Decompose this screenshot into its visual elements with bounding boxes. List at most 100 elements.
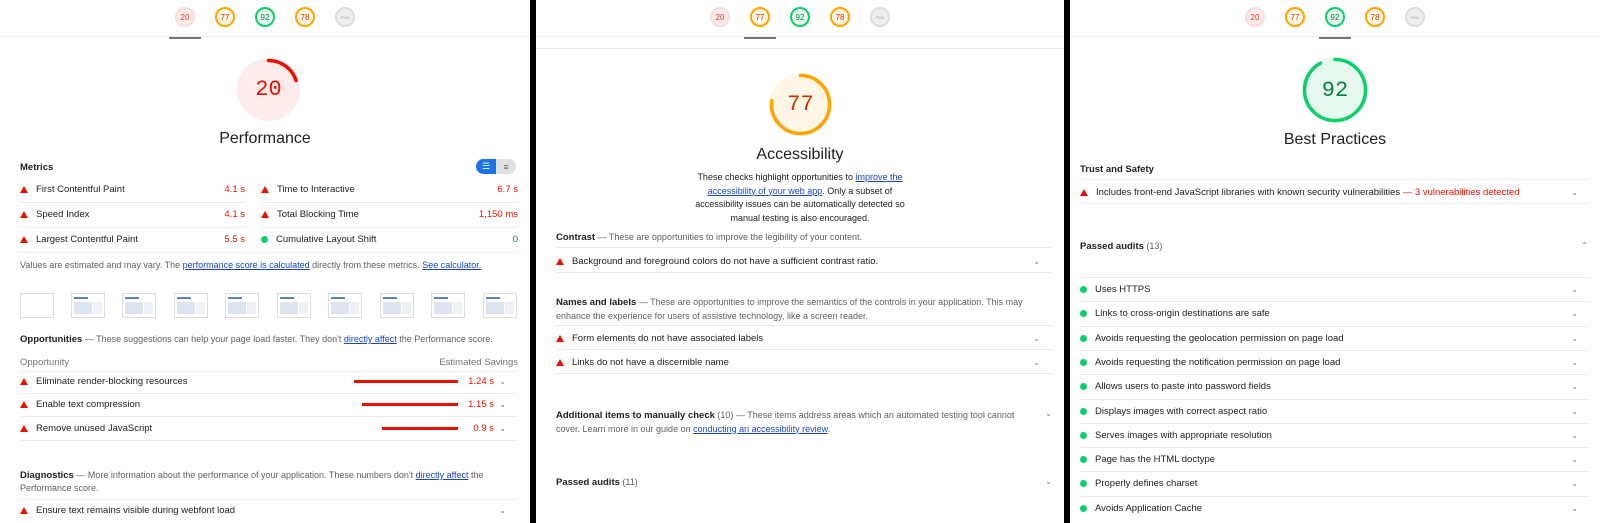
chevron-down-icon[interactable]: ⌄ bbox=[1571, 407, 1578, 416]
tab-seo[interactable]: 78 bbox=[827, 7, 853, 37]
metric-value: 1,150 ms bbox=[478, 209, 518, 220]
opportunity-item[interactable]: Remove unused JavaScript 0.9 s ⌄ bbox=[20, 423, 518, 434]
divider bbox=[1080, 277, 1590, 278]
chevron-down-icon[interactable]: ⌄ bbox=[1033, 257, 1040, 266]
accessibility-review-link[interactable]: conducting an accessibility review bbox=[693, 424, 828, 434]
chevron-down-icon[interactable]: ⌄ bbox=[1571, 358, 1578, 367]
toggle-compact-icon[interactable]: ☰ bbox=[476, 159, 496, 174]
see-calculator-link[interactable]: See calculator. bbox=[422, 260, 481, 270]
diagnostics-header: Diagnostics — More information about the… bbox=[20, 469, 500, 495]
chevron-down-icon[interactable]: ⌄ bbox=[1571, 188, 1578, 197]
pass-icon bbox=[1080, 480, 1087, 487]
chevron-up-icon[interactable]: ⌃ bbox=[1581, 241, 1588, 250]
passed-audit-item[interactable]: Serves images with appropriate resolutio… bbox=[1080, 430, 1590, 441]
divider bbox=[20, 440, 518, 441]
opportunity-item[interactable]: Eliminate render-blocking resources 1.24 … bbox=[20, 376, 518, 387]
manual-checks-header[interactable]: Additional items to manually check (10) … bbox=[556, 409, 1036, 436]
tab-accessibility[interactable]: 77 bbox=[1282, 7, 1308, 37]
chevron-down-icon[interactable]: ⌄ bbox=[1045, 477, 1052, 486]
audit-label: Serves images with appropriate resolutio… bbox=[1095, 430, 1272, 441]
accessibility-panel: 20 77 92 78 PWA 77 Accessibility These c… bbox=[536, 0, 1064, 523]
chevron-down-icon[interactable]: ⌄ bbox=[499, 377, 506, 386]
passed-audit-item[interactable]: Uses HTTPS ⌄ bbox=[1080, 284, 1590, 295]
toggle-expanded-icon[interactable]: ≡ bbox=[496, 159, 516, 174]
fail-icon bbox=[1080, 189, 1088, 196]
directly-affect-link[interactable]: directly affect bbox=[416, 470, 469, 480]
diagnostic-item[interactable]: Ensure text remains visible during webfo… bbox=[20, 505, 518, 516]
pass-icon bbox=[1080, 408, 1087, 415]
passed-audit-item[interactable]: Allows users to paste into password fiel… bbox=[1080, 381, 1590, 392]
names-audit-link-name[interactable]: Links do not have a discernible name ⌄ bbox=[556, 357, 1052, 368]
chevron-down-icon[interactable]: ⌄ bbox=[499, 424, 506, 433]
description-text: These checks highlight opportunities to bbox=[697, 172, 856, 182]
passed-audits-header[interactable]: Passed audits (13) bbox=[1080, 241, 1590, 252]
chevron-down-icon[interactable]: ⌄ bbox=[499, 506, 506, 515]
divider bbox=[20, 499, 518, 500]
divider bbox=[20, 202, 245, 203]
chevron-down-icon[interactable]: ⌄ bbox=[1571, 455, 1578, 464]
passed-audit-item[interactable]: Links to cross-origin destinations are s… bbox=[1080, 308, 1590, 319]
chevron-down-icon[interactable]: ⌄ bbox=[499, 400, 506, 409]
pass-icon bbox=[1080, 505, 1087, 512]
directly-affect-link[interactable]: directly affect bbox=[344, 334, 397, 344]
chevron-down-icon[interactable]: ⌄ bbox=[1571, 504, 1578, 513]
audit-title: Includes front-end JavaScript libraries … bbox=[1096, 187, 1401, 198]
opportunity-column-header: Opportunity bbox=[20, 357, 70, 368]
tab-seo[interactable]: 78 bbox=[1362, 7, 1388, 37]
fail-icon bbox=[20, 401, 28, 408]
note-text: Values are estimated and may vary. The bbox=[20, 260, 183, 270]
best-practices-title: Best Practices bbox=[1283, 131, 1387, 148]
score-tabs: 20 77 92 78 PWA bbox=[0, 0, 530, 39]
passed-audit-item[interactable]: Avoids requesting the notification permi… bbox=[1080, 357, 1590, 368]
score-calculated-link[interactable]: performance score is calculated bbox=[183, 260, 310, 270]
metrics-view-toggle[interactable]: ☰ ≡ bbox=[476, 159, 516, 174]
contrast-audit[interactable]: Background and foreground colors do not … bbox=[556, 256, 1052, 267]
tab-best-practices[interactable]: 92 bbox=[252, 7, 278, 37]
tab-pwa[interactable]: PWA bbox=[332, 7, 358, 37]
chevron-down-icon[interactable]: ⌄ bbox=[1571, 479, 1578, 488]
passed-audits-title: Passed audits bbox=[556, 477, 620, 488]
passed-audit-item[interactable]: Avoids Application Cache ⌄ bbox=[1080, 503, 1590, 514]
tab-accessibility[interactable]: 77 bbox=[744, 7, 776, 39]
chevron-down-icon[interactable]: ⌄ bbox=[1571, 431, 1578, 440]
chevron-down-icon[interactable]: ⌄ bbox=[1033, 358, 1040, 367]
chevron-down-icon[interactable]: ⌄ bbox=[1033, 334, 1040, 343]
tab-pwa[interactable]: PWA bbox=[867, 7, 893, 37]
passed-audit-item[interactable]: Avoids requesting the geolocation permis… bbox=[1080, 333, 1590, 344]
trust-safety-heading: Trust and Safety bbox=[1080, 164, 1154, 175]
tab-best-practices[interactable]: 92 bbox=[1319, 7, 1351, 39]
tab-accessibility[interactable]: 77 bbox=[212, 7, 238, 37]
passed-audit-item[interactable]: Page has the HTML doctype ⌄ bbox=[1080, 454, 1590, 465]
passed-audit-item[interactable]: Properly defines charset ⌄ bbox=[1080, 478, 1590, 489]
metric-lcp: Largest Contentful Paint 5.5 s bbox=[20, 234, 245, 245]
passed-audit-item[interactable]: Displays images with correct aspect rati… bbox=[1080, 406, 1590, 417]
tab-performance[interactable]: 20 bbox=[169, 7, 201, 39]
passed-audits-header[interactable]: Passed audits (11) bbox=[556, 477, 1052, 488]
opportunity-label: Remove unused JavaScript bbox=[36, 423, 153, 434]
tab-performance[interactable]: 20 bbox=[707, 7, 733, 37]
opportunity-item[interactable]: Enable text compression 1.15 s ⌄ bbox=[20, 399, 518, 410]
filmstrip-frame bbox=[122, 293, 156, 318]
tab-performance[interactable]: 20 bbox=[1242, 7, 1268, 37]
chevron-down-icon[interactable]: ⌄ bbox=[1571, 285, 1578, 294]
opportunities-desc: the Performance score. bbox=[396, 334, 493, 344]
metric-label: Cumulative Layout Shift bbox=[276, 234, 377, 245]
vulnerable-libraries-audit[interactable]: Includes front-end JavaScript libraries … bbox=[1080, 187, 1590, 198]
chevron-down-icon[interactable]: ⌄ bbox=[1571, 334, 1578, 343]
accessibility-description: These checks highlight opportunities to … bbox=[685, 171, 915, 225]
pass-icon bbox=[1080, 432, 1087, 439]
metric-cls: Cumulative Layout Shift 0 bbox=[261, 234, 518, 245]
pass-icon bbox=[1080, 456, 1087, 463]
chevron-down-icon[interactable]: ⌄ bbox=[1571, 309, 1578, 318]
contrast-header: Contrast — These are opportunities to im… bbox=[556, 232, 862, 243]
divider bbox=[1080, 179, 1590, 180]
tab-pwa[interactable]: PWA bbox=[1402, 7, 1428, 37]
chevron-down-icon[interactable]: ⌄ bbox=[1571, 382, 1578, 391]
divider bbox=[1080, 447, 1590, 448]
divider bbox=[556, 325, 1052, 326]
tab-seo[interactable]: 78 bbox=[292, 7, 318, 37]
tab-best-practices[interactable]: 92 bbox=[787, 7, 813, 37]
chevron-down-icon[interactable]: ⌄ bbox=[1045, 409, 1052, 418]
divider bbox=[1080, 203, 1590, 204]
names-audit-form-labels[interactable]: Form elements do not have associated lab… bbox=[556, 333, 1052, 344]
